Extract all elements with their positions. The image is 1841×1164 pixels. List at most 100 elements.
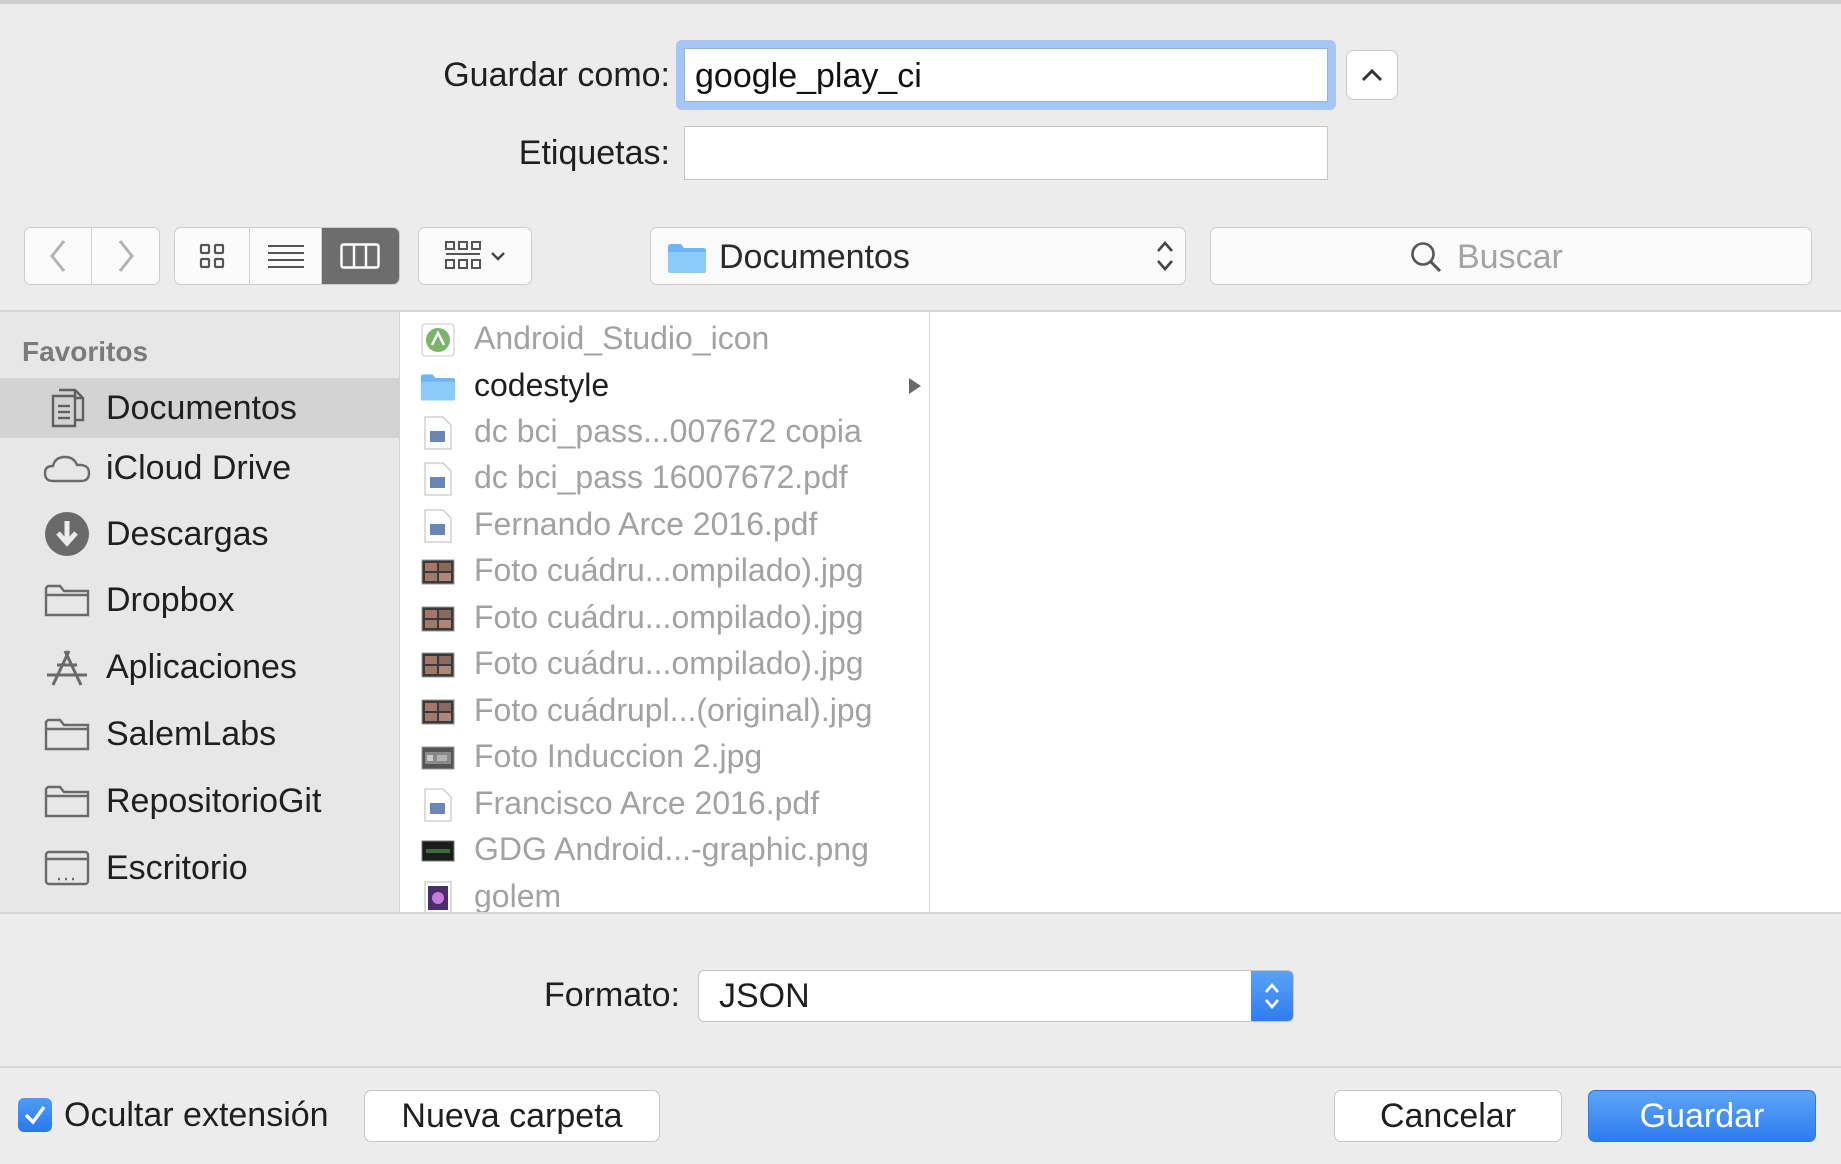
cancel-button[interactable]: Cancelar [1334, 1090, 1562, 1142]
search-placeholder: Buscar [1457, 238, 1563, 276]
history-nav [24, 227, 160, 285]
file-name: golem [474, 878, 562, 912]
save-as-label: Guardar como: [443, 56, 670, 94]
file-name: GDG Android...-graphic.png [474, 831, 869, 867]
tags-input[interactable] [684, 126, 1328, 180]
location-label: Documentos [719, 238, 910, 276]
file-row[interactable]: Foto cuádru...ompilado).jpg [400, 595, 929, 641]
sidebar-item-label: iCloud Drive [106, 449, 292, 487]
app-icon [420, 880, 456, 912]
file-row[interactable]: Francisco Arce 2016.pdf [400, 781, 929, 827]
file-name: codestyle [474, 367, 610, 403]
hide-extension-label[interactable]: Ocultar extensión [64, 1096, 329, 1135]
sidebar-item-icloud-drive[interactable]: iCloud Drive [0, 438, 399, 498]
folder-icon [420, 369, 456, 405]
file-row[interactable]: Foto cuádru...ompilado).jpg [400, 641, 929, 687]
download-icon [42, 512, 92, 556]
file-name: Android_Studio_icon [474, 320, 770, 356]
file-row[interactable]: Android_Studio_icon [400, 316, 929, 362]
window-top-edge [0, 0, 1841, 4]
file-row[interactable]: golem [400, 874, 929, 912]
sidebar-item-repositoriogit[interactable]: RepositorioGit [0, 771, 399, 831]
sidebar-item-salemlabs[interactable]: SalemLabs [0, 704, 399, 764]
file-row[interactable]: dc bci_pass...007672 copia [400, 409, 929, 455]
disclosure-triangle-icon [909, 378, 921, 394]
updown-arrows-icon [1157, 241, 1173, 271]
preview-column [930, 312, 1841, 912]
search-icon [1411, 242, 1442, 273]
icon-view-button[interactable] [175, 228, 251, 284]
file-name: Foto cuádru...ompilado).jpg [474, 645, 864, 681]
image-dark-icon [420, 833, 456, 869]
pdf-icon [420, 415, 456, 451]
sidebar-item-label: RepositorioGit [106, 782, 322, 820]
save-as-input[interactable]: google_play_ci [684, 48, 1328, 102]
image-icon [420, 554, 456, 590]
arrange-menu-inner [419, 228, 531, 284]
sidebar-item-aplicaciones[interactable]: Aplicaciones [0, 637, 399, 697]
file-row[interactable]: Foto cuádrupl...(original).jpg [400, 688, 929, 734]
sidebar-item-documentos[interactable]: Documentos [0, 378, 399, 438]
file-row-codestyle[interactable]: codestyle [400, 363, 929, 409]
sidebar-item-label: Escritorio [106, 849, 248, 887]
save-button[interactable]: Guardar [1588, 1090, 1816, 1142]
chevron-left-icon [50, 240, 66, 272]
checkmark-icon [24, 1105, 46, 1125]
cloud-icon [42, 446, 92, 490]
back-button[interactable] [25, 228, 92, 284]
columns-icon [340, 243, 381, 269]
format-popup[interactable]: JSON [698, 970, 1294, 1022]
location-popup[interactable]: Documentos [650, 227, 1186, 285]
list-view-button[interactable] [250, 228, 322, 284]
chevron-up-icon [1361, 68, 1383, 82]
sidebar-item-dropbox[interactable]: Dropbox [0, 570, 399, 630]
arrange-menu-button[interactable] [418, 227, 532, 285]
pdf-icon [420, 787, 456, 823]
image-icon [420, 694, 456, 730]
folder-icon [668, 244, 706, 273]
file-name: Foto cuádrupl...(original).jpg [474, 692, 873, 728]
documents-icon [42, 386, 92, 430]
browser-bottom-divider [0, 912, 1841, 914]
arrange-icon [445, 241, 481, 269]
sidebar-item-label: SalemLabs [106, 715, 277, 753]
sidebar-item-label: Descargas [106, 515, 269, 553]
sidebar-item-escritorio[interactable]: Escritorio [0, 838, 399, 898]
view-mode-control [174, 227, 400, 285]
sidebar-heading: Favoritos [22, 336, 149, 367]
desktop-icon [42, 846, 92, 890]
sidebar: Favoritos Documentos iCloud Drive Descar… [0, 312, 400, 912]
format-label: Formato: [543, 976, 680, 1014]
new-folder-button[interactable]: Nueva carpeta [364, 1090, 660, 1142]
sidebar-item-descargas[interactable]: Descargas [0, 504, 399, 564]
sidebar-item-label: Documentos [106, 389, 297, 427]
folder-icon [42, 578, 92, 622]
sidebar-item-label: Dropbox [106, 581, 235, 619]
column-view-button[interactable] [321, 228, 399, 284]
file-name: Francisco Arce 2016.pdf [474, 785, 820, 821]
footer-divider [0, 1066, 1841, 1068]
collapse-dialog-button[interactable] [1346, 50, 1398, 100]
folder-icon [42, 712, 92, 756]
format-stepper [1251, 971, 1293, 1021]
image-icon [420, 740, 456, 776]
updown-arrows-icon [1265, 983, 1279, 1009]
file-row[interactable]: GDG Android...-graphic.png [400, 827, 929, 873]
list-icon [267, 245, 304, 268]
file-name: Foto cuádru...ompilado).jpg [474, 599, 864, 635]
image-icon [420, 647, 456, 683]
grid-icon [200, 243, 225, 269]
file-row[interactable]: Foto Induccion 2.jpg [400, 734, 929, 780]
chevron-down-icon [491, 252, 505, 261]
file-row[interactable]: dc bci_pass 16007672.pdf [400, 455, 929, 501]
file-name: Fernando Arce 2016.pdf [474, 506, 818, 542]
hide-extension-checkbox[interactable] [18, 1098, 52, 1132]
file-row[interactable]: Fernando Arce 2016.pdf [400, 502, 929, 548]
folder-icon [42, 779, 92, 823]
sidebar-item-label: Aplicaciones [106, 648, 297, 686]
file-row[interactable]: Foto cuádru...ompilado).jpg [400, 548, 929, 594]
file-name: dc bci_pass...007672 copia [474, 413, 862, 449]
search-field[interactable]: Buscar [1210, 227, 1812, 285]
pdf-icon [420, 461, 456, 497]
forward-button[interactable] [92, 228, 159, 284]
